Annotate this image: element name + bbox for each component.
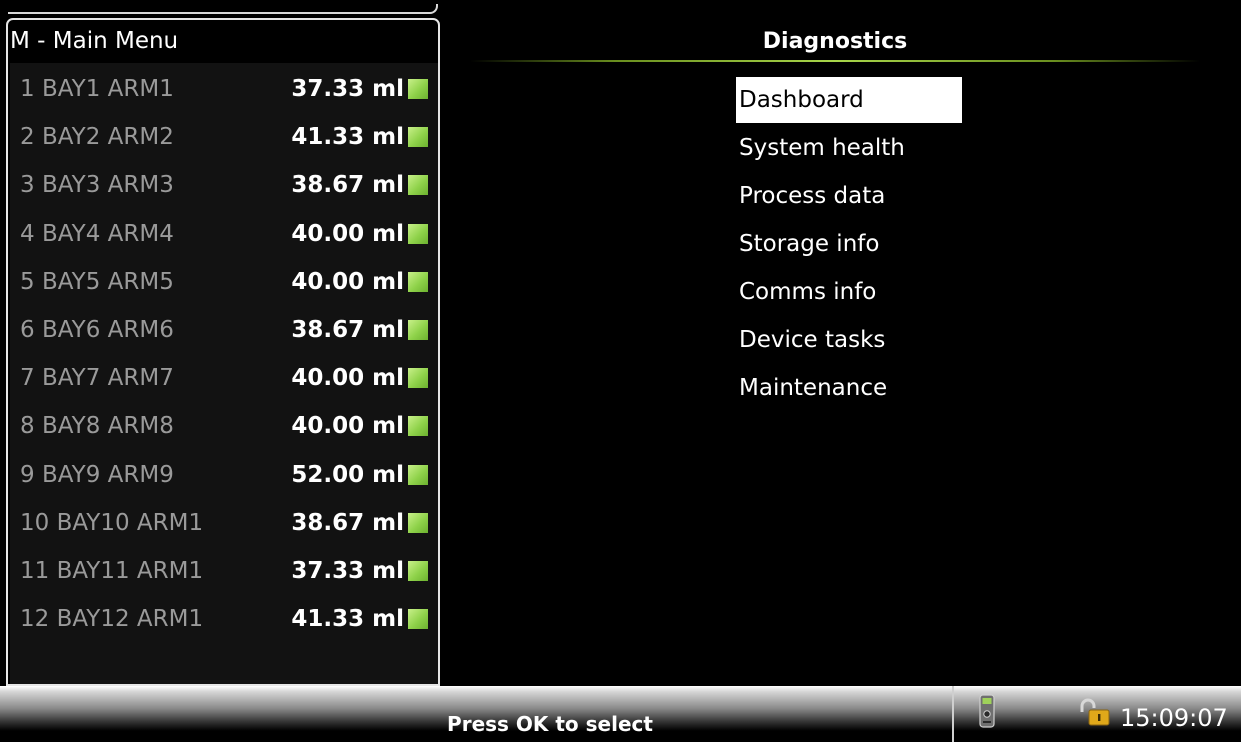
arm-label: 2 BAY2 ARM2 [20,124,174,151]
arm-volume-value: 40.00 ml [291,413,404,440]
main-menu-panel: M - Main Menu 1 BAY1 ARM1 37.33 ml 2 BAY2 … [6,0,440,686]
status-ok-icon [408,175,428,196]
arm-label: 3 BAY3 ARM3 [20,172,174,199]
status-ok-icon [408,368,428,389]
diagnostics-menu-item[interactable]: Process data [736,173,962,219]
status-ok-icon [408,609,428,630]
status-ok-icon [408,127,428,148]
arm-volume-value: 38.67 ml [291,317,404,343]
status-ok-icon [408,561,428,581]
status-ok-icon [408,416,428,437]
arm-list-item[interactable]: 11 BAY11 ARM1 37.33 ml [10,547,438,595]
status-ok-icon [408,79,428,99]
arm-list: 1 BAY1 ARM1 37.33 ml 2 BAY2 ARM2 41.33 ml 3 … [10,63,438,684]
status-ok-icon [408,464,428,485]
arm-list-item[interactable]: 10 BAY10 ARM1 38.67 ml [10,499,438,547]
arm-list-item[interactable]: 12 BAY12 ARM1 41.33 ml [10,595,438,643]
arm-volume-value: 40.00 ml [291,365,404,392]
arm-label: 12 BAY12 ARM1 [20,606,204,633]
panel-top-border [8,4,438,14]
diagnostics-menu-item[interactable]: Storage info [736,221,962,267]
handheld-device-icon [979,694,995,728]
diagnostics-menu-item[interactable]: Maintenance [736,365,962,411]
padlock-unlocked-icon [1080,698,1110,726]
diagnostics-menu-item[interactable]: Comms info [736,269,962,315]
status-ok-icon [408,320,428,340]
status-ok-icon [408,512,428,533]
arm-list-item[interactable]: 6 BAY6 ARM6 38.67 ml [10,306,438,354]
diagnostics-menu-item[interactable]: Dashboard [736,77,962,123]
arm-label: 10 BAY10 ARM1 [20,509,204,536]
arm-label: 7 BAY7 ARM7 [20,365,174,392]
arm-list-item[interactable]: 7 BAY7 ARM7 40.00 ml [10,354,438,402]
arm-volume-value: 40.00 ml [291,220,404,247]
arm-volume-value: 41.33 ml [291,124,404,151]
status-ok-icon [408,223,428,244]
diagnostics-menu-item[interactable]: Device tasks [736,317,962,363]
arm-list-item[interactable]: 9 BAY9 ARM9 52.00 ml [10,451,438,499]
arm-label: 6 BAY6 ARM6 [20,317,174,343]
arm-volume-value: 38.67 ml [291,172,404,199]
arm-label: 4 BAY4 ARM4 [20,220,174,247]
arm-label: 9 BAY9 ARM9 [20,461,174,488]
status-ok-icon [408,271,428,292]
main-menu-box: M - Main Menu 1 BAY1 ARM1 37.33 ml 2 BAY2 … [6,18,440,686]
arm-volume-value: 37.33 ml [291,558,404,584]
arm-list-item[interactable]: 1 BAY1 ARM1 37.33 ml [10,65,438,113]
arm-volume-value: 41.33 ml [291,606,404,633]
diagnostics-menu-item[interactable]: System health [736,125,962,171]
arm-volume-value: 38.67 ml [291,509,404,536]
arm-list-item[interactable]: 8 BAY8 ARM8 40.00 ml [10,402,438,450]
main-menu-title[interactable]: M - Main Menu [10,22,178,60]
arm-list-item[interactable]: 3 BAY3 ARM3 38.67 ml [10,161,438,209]
arm-volume-value: 52.00 ml [291,461,404,488]
arm-label: 1 BAY1 ARM1 [20,76,174,102]
arm-list-item[interactable]: 4 BAY4 ARM4 40.00 ml [10,210,438,258]
arm-label: 8 BAY8 ARM8 [20,413,174,440]
arm-volume-value: 40.00 ml [291,268,404,295]
footer-prompt: Press OK to select [447,712,653,736]
arm-list-item[interactable]: 5 BAY5 ARM5 40.00 ml [10,258,438,306]
status-divider [952,686,954,742]
arm-label: 5 BAY5 ARM5 [20,268,174,295]
arm-volume-value: 37.33 ml [291,76,404,102]
diagnostics-title: Diagnostics [762,29,908,54]
arm-list-item[interactable]: 2 BAY2 ARM2 41.33 ml [10,113,438,161]
clock: 15:09:07 [1120,704,1228,732]
title-underline [470,60,1200,62]
arm-label: 11 BAY11 ARM1 [20,558,204,584]
